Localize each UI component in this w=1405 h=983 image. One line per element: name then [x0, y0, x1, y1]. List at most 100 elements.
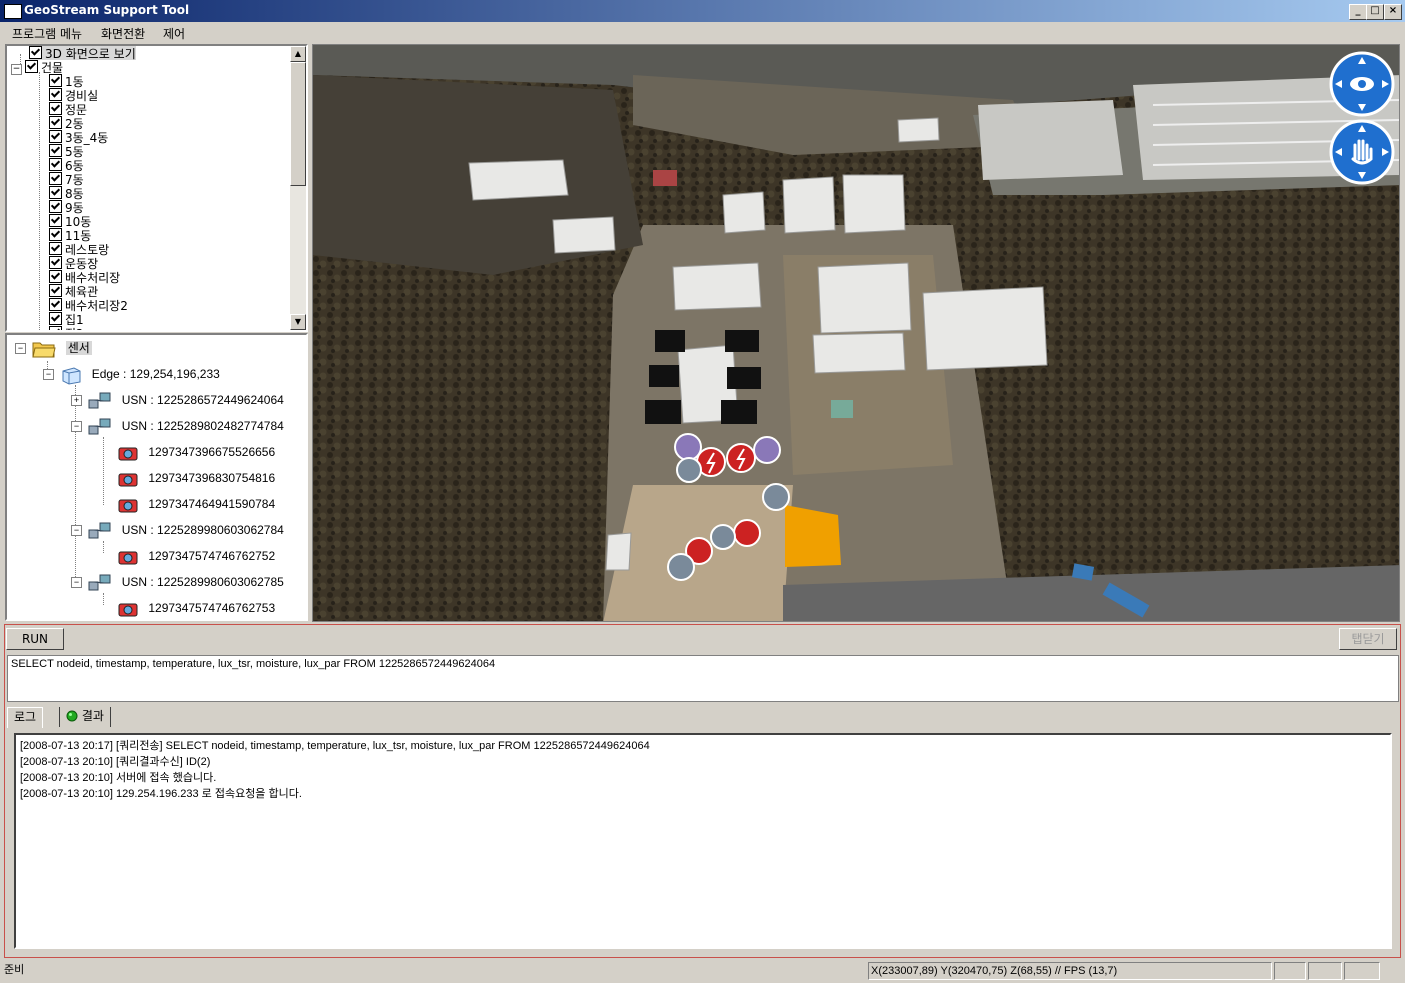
layer-item[interactable]: 3동_4동	[49, 130, 109, 145]
status-pane	[1274, 962, 1306, 980]
layer-item[interactable]: 5동	[49, 144, 84, 159]
checkbox[interactable]	[49, 284, 62, 297]
usn-node[interactable]: − USN : 1225289980603062784	[71, 520, 284, 540]
checkbox[interactable]	[29, 46, 42, 59]
tab-log[interactable]: 로그	[7, 707, 44, 728]
checkbox[interactable]	[49, 228, 62, 241]
sensor-label: 1297347574746762752	[148, 549, 276, 563]
layer-item[interactable]: 9동	[49, 200, 84, 215]
run-button[interactable]: RUN	[6, 628, 64, 650]
checkbox[interactable]	[49, 326, 62, 330]
usn-node[interactable]: − USN : 1225289802482774784	[71, 416, 284, 436]
server-box-icon	[62, 367, 81, 385]
collapse-icon[interactable]: −	[11, 64, 22, 75]
layer-item[interactable]: 정문	[49, 102, 87, 117]
menu-control[interactable]: 제어	[163, 25, 185, 42]
sensor-node[interactable]: 1297347574746762752	[117, 546, 275, 566]
close-button[interactable]: ×	[1384, 4, 1402, 20]
checkbox[interactable]	[49, 116, 62, 129]
expand-icon[interactable]: +	[71, 395, 82, 406]
checkbox[interactable]	[49, 144, 62, 157]
layer-item[interactable]: 배수처리장	[49, 270, 121, 285]
layer-label: 3동_4동	[65, 131, 109, 145]
usn-node[interactable]: − USN : 1225289980603062785	[71, 572, 284, 592]
layer-item[interactable]: 체육관	[49, 284, 99, 299]
layer-item[interactable]: 경비실	[49, 88, 98, 103]
layer-tree-scrollbar[interactable]: ▲ ▼	[290, 46, 306, 330]
checkbox[interactable]	[49, 200, 62, 213]
checkbox[interactable]	[49, 172, 62, 185]
sensor-node[interactable]: 1297347574746762753	[117, 598, 275, 618]
checkbox[interactable]	[49, 298, 62, 311]
3d-map-view[interactable]	[312, 44, 1400, 622]
close-tab-button[interactable]: 탭닫기	[1339, 628, 1397, 650]
checkbox[interactable]	[49, 88, 62, 101]
layer-item[interactable]: 10동	[49, 214, 91, 229]
collapse-icon[interactable]: −	[15, 343, 26, 354]
sensor-node[interactable]: 1297347396830754816	[117, 468, 275, 488]
usn-node[interactable]: + USN : 1225286572449624064	[71, 390, 284, 410]
checkbox[interactable]	[49, 270, 62, 283]
minimize-button[interactable]: _	[1349, 4, 1367, 20]
layer-item[interactable]: 집1	[49, 312, 84, 327]
layer-item[interactable]: 레스토랑	[49, 242, 110, 257]
orbit-nav-icon[interactable]	[1329, 51, 1395, 117]
log-line: [2008-07-13 20:10] 서버에 접속 했습니다.	[20, 772, 217, 784]
checkbox[interactable]	[49, 186, 62, 199]
pan-hand-nav-icon[interactable]	[1329, 119, 1395, 185]
checkbox[interactable]	[25, 60, 38, 73]
menu-view-switch[interactable]: 화면전환	[101, 25, 145, 42]
sensor-root[interactable]: − 센서	[15, 338, 92, 358]
sensor-node[interactable]: 1297347396675526656	[117, 442, 275, 462]
layer-label: 체육관	[65, 285, 99, 299]
log-output[interactable]: [2008-07-13 20:17] [쿼리전송] SELECT nodeid,…	[14, 733, 1392, 949]
collapse-icon[interactable]: −	[71, 421, 82, 432]
layer-item[interactable]: 6동	[49, 158, 84, 173]
layer-label: 레스토랑	[65, 243, 110, 257]
layer-tree: 3D 화면으로 보기 − 건물 1동 경비실 정문 2동 3동_4동 5동 6동 7동 8동 9동 1…	[5, 44, 308, 332]
checkbox[interactable]	[49, 158, 62, 171]
scroll-up-icon[interactable]: ▲	[290, 46, 306, 62]
layer-label: 7동	[65, 173, 84, 187]
log-line: [2008-07-13 20:17] [쿼리전송] SELECT nodeid,…	[20, 740, 650, 752]
checkbox[interactable]	[49, 130, 62, 143]
collapse-icon[interactable]: −	[71, 577, 82, 588]
checkbox[interactable]	[49, 102, 62, 115]
menu-program[interactable]: 프로그램 메뉴	[12, 25, 82, 42]
layer-item[interactable]: 배수처리장2	[49, 298, 128, 313]
checkbox[interactable]	[49, 242, 62, 255]
edge-node[interactable]: − Edge : 129,254,196,233	[43, 364, 220, 385]
maximize-button[interactable]: □	[1366, 4, 1384, 20]
layer-item[interactable]: 11동	[49, 228, 92, 243]
checkbox[interactable]	[49, 312, 62, 325]
layer-label: 배수처리장	[65, 271, 121, 285]
scroll-thumb[interactable]	[290, 62, 306, 186]
status-light-icon	[66, 710, 78, 722]
sensor-icon	[118, 473, 138, 487]
layer-label: 9동	[65, 201, 84, 215]
sensor-node[interactable]: 1297347464941590784	[117, 494, 275, 514]
layer-item[interactable]: 1동	[49, 74, 84, 89]
checkbox[interactable]	[49, 74, 62, 87]
collapse-icon[interactable]: −	[43, 369, 54, 380]
layer-item[interactable]: 2동	[49, 116, 84, 131]
scroll-down-icon[interactable]: ▼	[290, 314, 306, 330]
layer-item[interactable]: 운동장	[49, 256, 98, 271]
sensor-icon	[118, 551, 138, 565]
layer-item[interactable]: 집2	[49, 326, 84, 330]
checkbox[interactable]	[49, 256, 62, 269]
sensor-tree: − 센서 − Edge : 129,254,196,233 + USN : 12…	[5, 333, 308, 621]
layer-item-buildings[interactable]: − 건물	[11, 60, 63, 75]
layer-label: 11동	[65, 229, 92, 243]
query-input[interactable]: SELECT nodeid, timestamp, temperature, l…	[7, 655, 1399, 702]
checkbox[interactable]	[49, 214, 62, 227]
layer-item[interactable]: 7동	[49, 172, 84, 187]
layer-item[interactable]: 8동	[49, 186, 84, 201]
collapse-icon[interactable]: −	[71, 525, 82, 536]
title-bar: GeoStream Support Tool _ □ ×	[0, 0, 1405, 22]
network-icon	[88, 574, 111, 591]
layer-item-3d-view[interactable]: 3D 화면으로 보기	[29, 46, 136, 61]
log-line: [2008-07-13 20:10] 129.254.196.233 로 접속요…	[20, 788, 302, 800]
tab-result[interactable]: 결과	[59, 707, 111, 727]
status-bar: 준비 X(233007,89) Y(320470,75) Z(68,55) //…	[0, 960, 1405, 983]
